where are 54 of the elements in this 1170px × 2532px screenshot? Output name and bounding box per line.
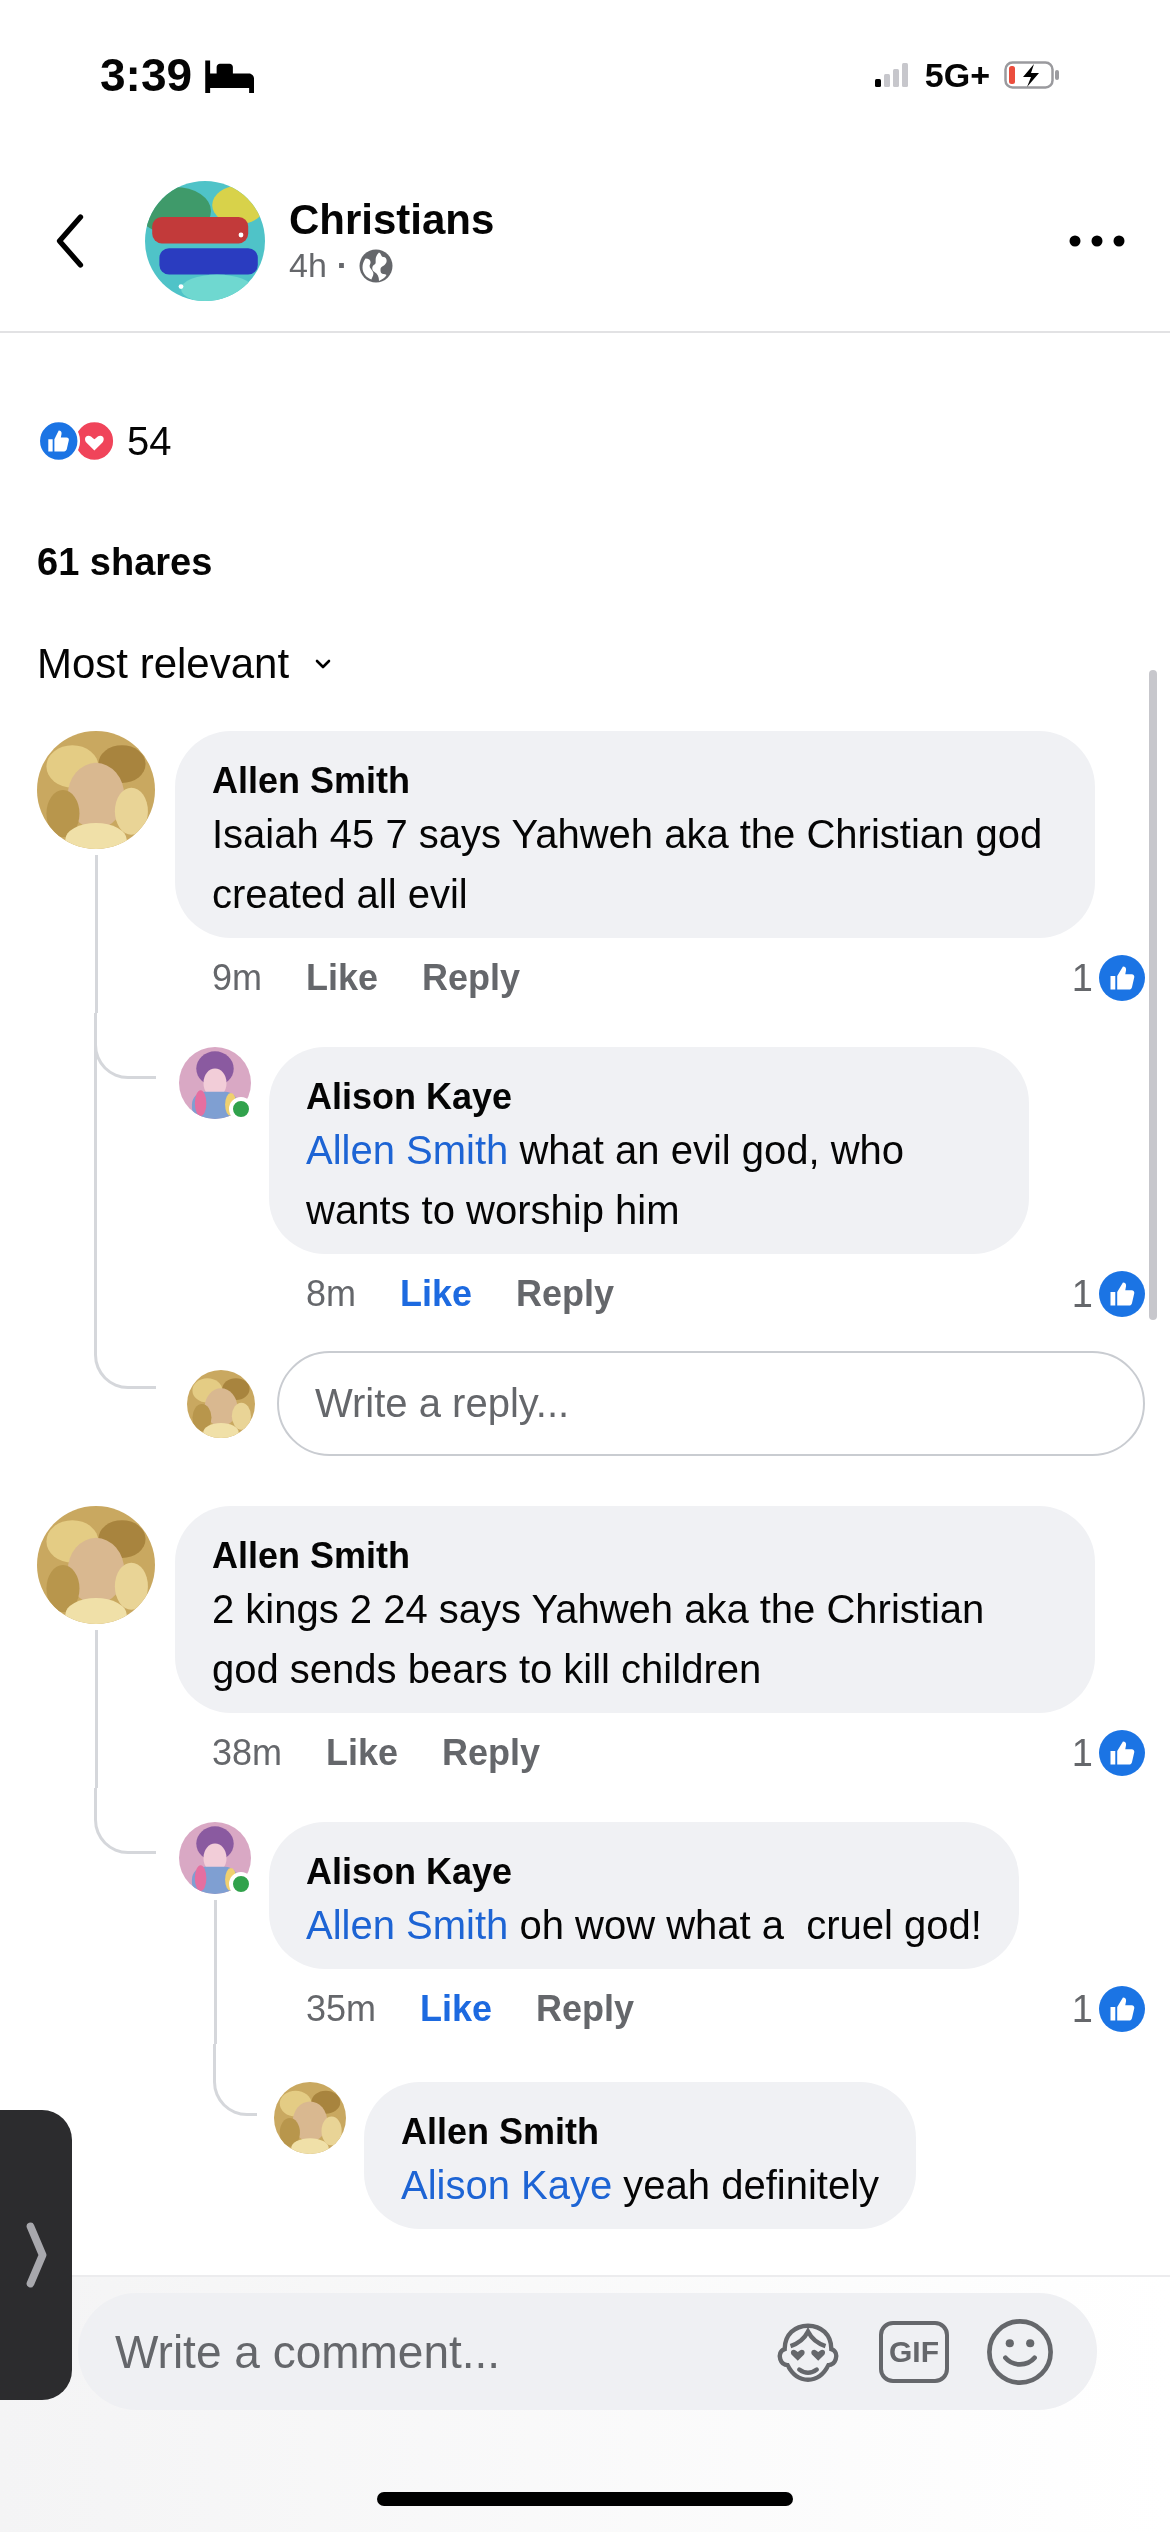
signal-icon xyxy=(874,63,909,87)
clock-time: 3:39 xyxy=(100,48,193,102)
bed-icon xyxy=(202,57,255,93)
comment-time: 35m xyxy=(306,1988,377,2030)
gif-button[interactable]: GIF xyxy=(879,2320,949,2383)
author-name[interactable]: Alison Kaye xyxy=(306,1848,982,1895)
mention-link[interactable]: Allen Smith xyxy=(306,1903,509,1947)
like-count[interactable]: 1 xyxy=(1071,1272,1093,1316)
battery-icon xyxy=(1004,61,1060,89)
like-icon xyxy=(1099,955,1145,1001)
comment-text: Allen Smith what an evil god, who wants to worship him xyxy=(306,1127,906,1234)
side-handle[interactable] xyxy=(0,2110,72,2400)
mention-link[interactable]: Alison Kaye xyxy=(401,2163,613,2207)
sort-label[interactable]: Most relevant xyxy=(37,640,290,688)
comment-time: 38m xyxy=(212,1732,283,1774)
comment-text: Allen Smith oh wow what a cruel god! xyxy=(306,1902,982,1949)
like-icon xyxy=(1099,1730,1145,1776)
reply-link[interactable]: Reply xyxy=(536,1988,635,2030)
author-name[interactable]: Allen Smith xyxy=(401,2108,880,2155)
like-link[interactable]: Like xyxy=(326,1732,399,1774)
comment-text: Isaiah 45 7 says Yahweh aka the Christian god created all evil xyxy=(212,811,1044,918)
like-count[interactable]: 1 xyxy=(1071,956,1093,1000)
reply-link[interactable]: Reply xyxy=(442,1732,541,1774)
comment-text: Alison Kaye yeah definitely xyxy=(401,2162,880,2209)
shares-count[interactable]: 61 shares xyxy=(37,539,1145,585)
post-age: 4h xyxy=(289,246,327,285)
author-name[interactable]: Allen Smith xyxy=(212,1532,1058,1579)
back-icon[interactable] xyxy=(55,213,85,268)
chevron-right-icon xyxy=(25,2222,47,2288)
like-link[interactable]: Like xyxy=(306,957,379,999)
like-icon xyxy=(1099,1986,1145,2032)
like-link[interactable]: Like xyxy=(420,1988,493,2030)
more-options-icon[interactable] xyxy=(1069,234,1125,247)
group-name[interactable]: Christians xyxy=(289,196,1069,244)
emoji-icon[interactable] xyxy=(985,2316,1055,2387)
like-link[interactable]: Like xyxy=(400,1273,473,1315)
mention-link[interactable]: Allen Smith xyxy=(306,1128,509,1172)
comment-time: 9m xyxy=(212,957,262,999)
network-label: 5G+ xyxy=(924,55,990,95)
comment-text: 2 kings 2 24 says Yahweh aka the Christian god sends bears to kill children xyxy=(212,1586,986,1693)
comment-field[interactable]: Write a comment... GIF xyxy=(78,2293,1097,2410)
reply-link[interactable]: Reply xyxy=(422,957,521,999)
author-name[interactable]: Alison Kaye xyxy=(306,1073,992,1120)
author-name[interactable]: Allen Smith xyxy=(212,757,1058,804)
globe-icon xyxy=(358,247,395,284)
comment-time: 8m xyxy=(306,1273,356,1315)
like-count[interactable]: 1 xyxy=(1071,1987,1093,2031)
reaction-count[interactable]: 54 xyxy=(127,418,172,464)
like-count[interactable]: 1 xyxy=(1071,1731,1093,1775)
chevron-down-icon[interactable] xyxy=(315,659,332,669)
separator-dot: · xyxy=(336,246,349,285)
reply-link[interactable]: Reply xyxy=(516,1273,615,1315)
reply-field[interactable]: Write a reply... xyxy=(277,1351,1145,1456)
like-icon xyxy=(1099,1271,1145,1317)
